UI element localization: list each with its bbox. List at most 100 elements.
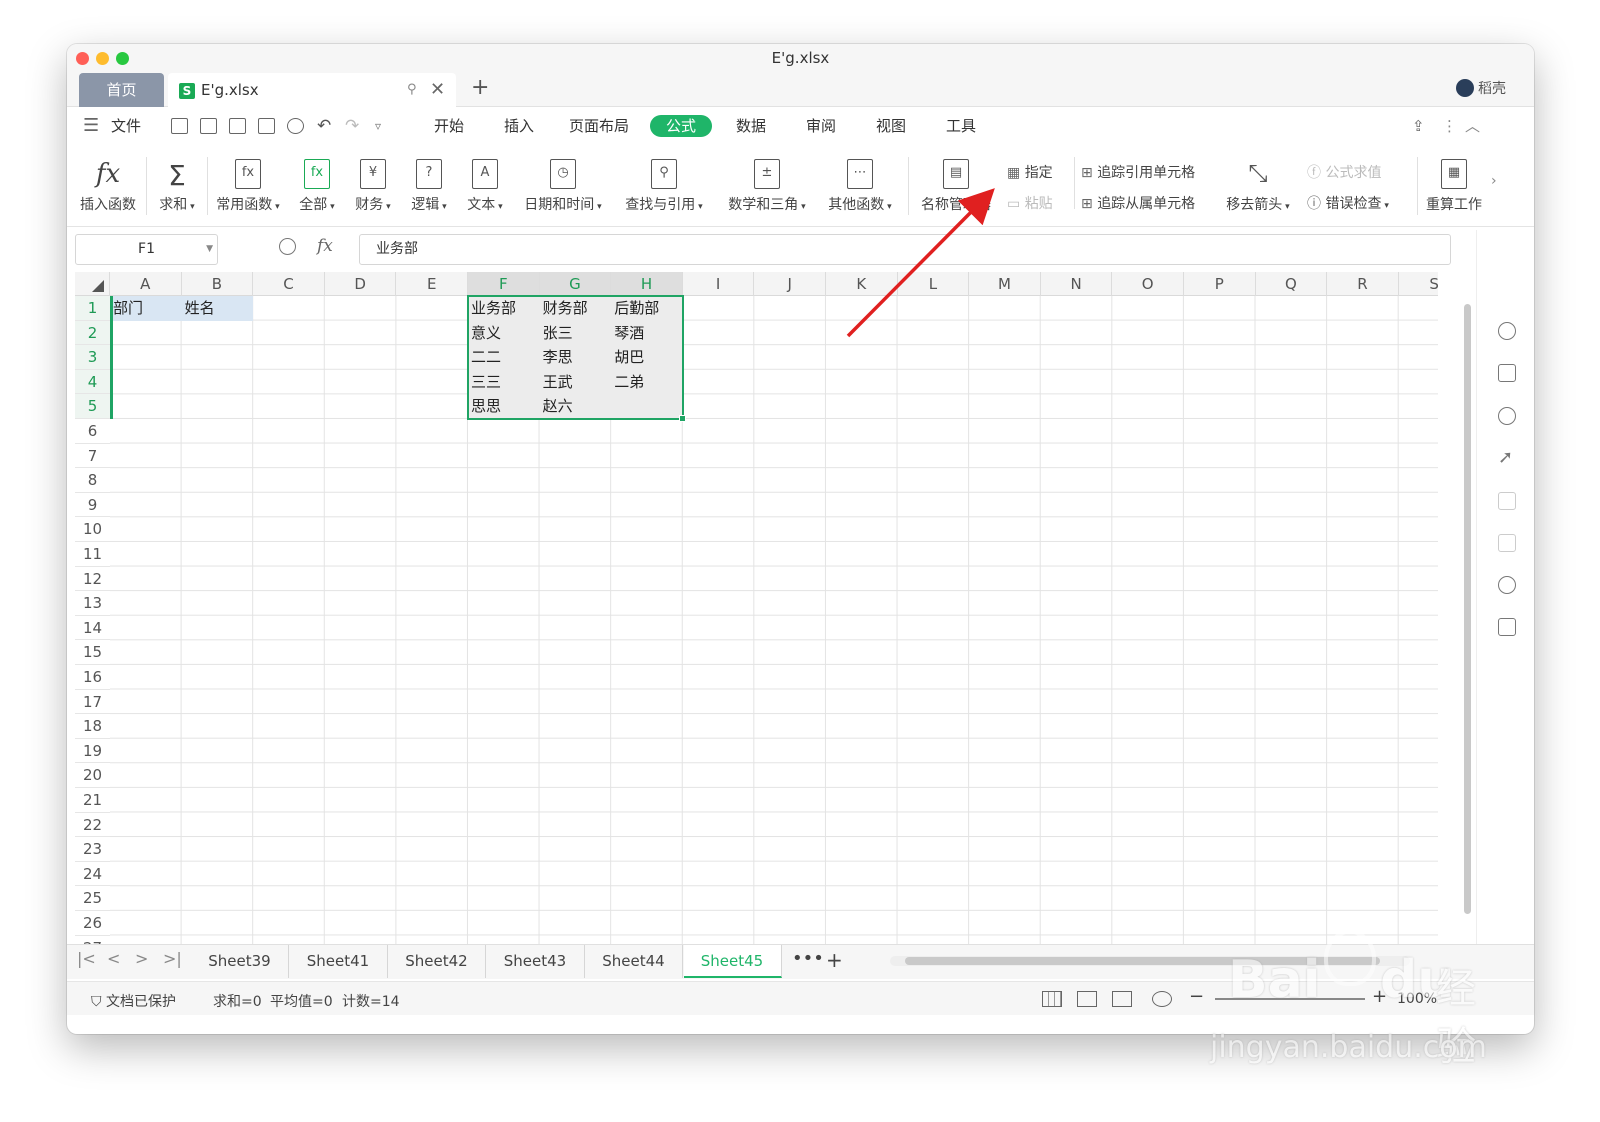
last-sheet-icon[interactable]: >| xyxy=(163,949,182,968)
row-header-21[interactable]: 21 xyxy=(75,788,110,813)
row-header-7[interactable]: 7 xyxy=(75,443,110,469)
column-header-g[interactable]: G xyxy=(539,272,612,296)
row-header-18[interactable]: 18 xyxy=(75,714,110,739)
sheet-tab-sheet44[interactable]: Sheet44 xyxy=(585,945,683,978)
insert-function-button[interactable]: fx 插入函数 xyxy=(79,159,137,214)
cell-a1[interactable]: 部门 xyxy=(110,296,182,321)
protection-status[interactable]: ⛉ 文档已保护 xyxy=(91,991,176,1011)
row-header-3[interactable]: 3 xyxy=(75,345,110,370)
menu-file[interactable]: 文件 xyxy=(111,115,141,137)
menu-data[interactable]: 数据 xyxy=(736,115,766,137)
paste-name-button[interactable]: ▭ 粘贴 xyxy=(1007,193,1053,213)
menu-start[interactable]: 开始 xyxy=(434,115,464,137)
close-window-button[interactable] xyxy=(76,52,89,65)
row-header-16[interactable]: 16 xyxy=(75,665,110,690)
menu-formula[interactable]: 公式 xyxy=(650,115,713,137)
name-manager-button[interactable]: ▤ 名称管理器 xyxy=(919,159,993,214)
recalculate-button[interactable]: ▦ 重算工作 xyxy=(1423,159,1485,214)
transform-icon[interactable] xyxy=(1498,534,1516,552)
text-functions-button[interactable]: A 文本 ▾ xyxy=(463,159,507,214)
lookup-functions-button[interactable]: ⚲ 查找与引用 ▾ xyxy=(620,159,708,214)
redo-icon[interactable]: ↷ xyxy=(345,115,359,137)
tab-home[interactable]: 首页 xyxy=(79,73,164,107)
column-header-q[interactable]: Q xyxy=(1256,272,1328,296)
close-tab-icon[interactable]: ✕ xyxy=(430,73,445,107)
cursor-icon[interactable]: ➚ xyxy=(1498,449,1516,467)
row-header-12[interactable]: 12 xyxy=(75,566,110,592)
column-header-j[interactable]: J xyxy=(754,272,826,296)
vertical-scroll-thumb[interactable] xyxy=(1464,304,1471,914)
sheet-tab-sheet42[interactable]: Sheet42 xyxy=(388,945,486,978)
column-header-m[interactable]: M xyxy=(969,272,1041,296)
column-header-i[interactable]: I xyxy=(683,272,755,296)
cell-area[interactable]: 部门 姓名 业务部 财务部 后勤部 意义 张三 琴酒 二二 李思 胡巴 三三 王武 二弟 思思 赵六 xyxy=(110,295,1438,944)
normal-view-icon[interactable] xyxy=(1042,991,1062,1007)
column-header-b[interactable]: B xyxy=(182,272,254,296)
assign-name-button[interactable]: ▦ 指定 xyxy=(1007,162,1053,182)
user-account[interactable]: 稻壳 xyxy=(1456,71,1506,107)
column-header-s[interactable]: S xyxy=(1399,272,1438,296)
name-box[interactable]: F1 ▼ xyxy=(75,234,218,265)
column-header-l[interactable]: L xyxy=(898,272,970,296)
evaluate-formula-button[interactable]: ⓕ 公式求值 xyxy=(1307,162,1381,182)
more-options-icon[interactable]: ⋮ xyxy=(1442,115,1457,137)
minimize-window-button[interactable] xyxy=(96,52,109,65)
column-header-r[interactable]: R xyxy=(1327,272,1399,296)
row-header-20[interactable]: 20 xyxy=(75,763,110,788)
menu-view[interactable]: 视图 xyxy=(876,115,906,137)
column-header-f[interactable]: F xyxy=(468,272,540,296)
trace-precedents-button[interactable]: ⊞ 追踪引用单元格 xyxy=(1081,162,1195,182)
prev-sheet-icon[interactable]: < xyxy=(107,949,120,968)
all-functions-button[interactable]: fx 全部 ▾ xyxy=(295,159,339,214)
row-header-9[interactable]: 9 xyxy=(75,492,110,518)
row-header-17[interactable]: 17 xyxy=(75,689,110,715)
trace-dependents-button[interactable]: ⊞ 追踪从属单元格 xyxy=(1081,193,1195,213)
share-icon[interactable]: ⇪ xyxy=(1412,115,1425,137)
more-sheets-icon[interactable]: ••• xyxy=(792,948,824,969)
undo-icon[interactable]: ↶ xyxy=(317,115,331,137)
new-tab-button[interactable]: + xyxy=(471,71,489,105)
next-sheet-icon[interactable]: > xyxy=(135,949,148,968)
column-header-d[interactable]: D xyxy=(325,272,397,296)
sheet-tab-sheet45[interactable]: Sheet45 xyxy=(683,945,782,978)
image-icon[interactable] xyxy=(1498,618,1516,636)
sheet-tab-sheet39[interactable]: Sheet39 xyxy=(191,945,289,978)
row-header-14[interactable]: 14 xyxy=(75,615,110,641)
datetime-functions-button[interactable]: ◷ 日期和时间 ▾ xyxy=(519,159,607,214)
add-sheet-icon[interactable]: + xyxy=(826,948,843,972)
row-header-25[interactable]: 25 xyxy=(75,886,110,911)
row-header-11[interactable]: 11 xyxy=(75,542,110,567)
finance-functions-button[interactable]: ¥ 财务 ▾ xyxy=(351,159,395,214)
row-header-1[interactable]: 1 xyxy=(75,296,110,321)
row-header-27[interactable]: 27 xyxy=(75,935,110,944)
row-header-23[interactable]: 23 xyxy=(75,837,110,862)
style-icon[interactable] xyxy=(1498,364,1516,382)
name-box-dropdown-icon[interactable]: ▼ xyxy=(206,235,213,264)
vertical-scrollbar[interactable] xyxy=(1463,294,1472,934)
zoom-window-button[interactable] xyxy=(116,52,129,65)
backup-icon[interactable] xyxy=(1498,407,1516,425)
page-break-view-icon[interactable] xyxy=(1112,991,1132,1007)
cell-b1[interactable]: 姓名 xyxy=(182,296,254,321)
row-header-2[interactable]: 2 xyxy=(75,320,110,346)
menu-page-layout[interactable]: 页面布局 xyxy=(569,115,629,137)
common-functions-button[interactable]: fx 常用函数 ▾ xyxy=(213,159,283,214)
formula-input[interactable]: 业务部 xyxy=(359,234,1451,265)
other-functions-button[interactable]: ⋯ 其他函数 ▾ xyxy=(823,159,897,214)
column-header-p[interactable]: P xyxy=(1184,272,1256,296)
math-functions-button[interactable]: ± 数学和三角 ▾ xyxy=(723,159,811,214)
row-header-19[interactable]: 19 xyxy=(75,738,110,764)
zoom-formula-icon[interactable] xyxy=(279,238,296,255)
menu-tools[interactable]: 工具 xyxy=(946,115,976,137)
column-header-o[interactable]: O xyxy=(1112,272,1184,296)
error-check-button[interactable]: ⓘ 错误检查 ▾ xyxy=(1307,193,1389,213)
row-header-4[interactable]: 4 xyxy=(75,369,110,395)
remove-arrows-button[interactable]: ⤡ 移去箭头 ▾ xyxy=(1223,159,1293,214)
logic-functions-button[interactable]: ? 逻辑 ▾ xyxy=(407,159,451,214)
fx-label[interactable]: fx xyxy=(317,236,333,256)
print-icon[interactable] xyxy=(258,118,275,134)
column-header-k[interactable]: K xyxy=(826,272,898,296)
eye-protection-icon[interactable] xyxy=(1152,991,1172,1007)
export-pdf-icon[interactable] xyxy=(229,118,246,134)
first-sheet-icon[interactable]: |< xyxy=(77,949,96,968)
